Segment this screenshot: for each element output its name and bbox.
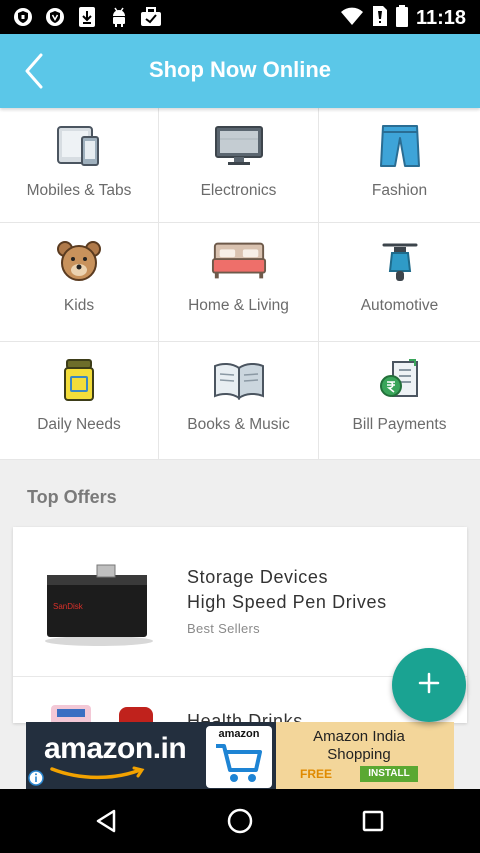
monitor-icon: [211, 122, 267, 170]
jeans-icon: [372, 122, 428, 170]
category-electronics[interactable]: Electronics: [159, 108, 319, 223]
ad-info-icon[interactable]: [28, 770, 44, 786]
ad-install-button[interactable]: INSTALL: [360, 766, 418, 782]
category-label: Fashion: [371, 182, 428, 199]
pen-drive-image: SanDisk: [41, 555, 161, 655]
add-fab-button[interactable]: [392, 648, 466, 722]
back-triangle-icon[interactable]: [86, 801, 126, 841]
briefcase-check-icon: [140, 6, 162, 28]
health-drinks-image: [41, 703, 161, 723]
home-circle-icon[interactable]: [220, 801, 260, 841]
svg-text:SanDisk: SanDisk: [53, 602, 84, 611]
open-book-icon: [211, 356, 267, 404]
amazon-smile-icon: [50, 766, 146, 785]
category-label: Books & Music: [187, 416, 290, 433]
offer-item-storage[interactable]: SanDisk Storage Devices High Speed Pen D…: [13, 527, 467, 677]
scooter-icon: [372, 237, 428, 285]
vpn-shield-icon: [44, 6, 66, 28]
battery-icon: [395, 5, 408, 32]
category-label: Home & Living: [188, 297, 289, 314]
offer-line1: Storage Devices: [187, 567, 329, 587]
category-mobiles-tabs[interactable]: Mobiles & Tabs: [0, 108, 159, 223]
category-daily-needs[interactable]: Daily Needs: [0, 342, 159, 460]
amazon-app-logo: amazon: [206, 726, 272, 788]
offer-line2: High Speed Pen Drives: [187, 592, 387, 612]
category-home-living[interactable]: Home & Living: [159, 223, 319, 342]
bed-icon: [211, 237, 267, 285]
status-bar: 11:18: [0, 0, 480, 34]
vpn-shield-icon: [12, 6, 34, 28]
app-bar: Shop Now Online: [0, 34, 480, 108]
mobiles-tabs-icon: [51, 122, 107, 170]
top-offers-heading: Top Offers: [27, 487, 117, 507]
category-books-music[interactable]: Books & Music: [159, 342, 319, 460]
teddy-bear-icon: [51, 237, 107, 285]
category-label: Automotive: [360, 297, 439, 314]
amazon-ad-banner[interactable]: amazon.in amazon Amazon India Shopping F…: [26, 722, 454, 789]
android-icon: [108, 6, 130, 28]
category-label: Bill Payments: [352, 416, 447, 433]
category-label: Daily Needs: [37, 416, 121, 433]
ad-free-label: FREE: [300, 767, 333, 781]
category-grid: Mobiles & Tabs Electronics Fashion Kids …: [0, 108, 480, 460]
category-label: Kids: [63, 297, 95, 314]
sim-no-signal-icon: [372, 5, 388, 32]
wifi-icon: [340, 6, 364, 31]
page-title: Shop Now Online: [148, 57, 332, 82]
category-bill-payments[interactable]: Bill Payments: [319, 342, 480, 460]
jar-icon: [51, 356, 107, 404]
system-nav-bar: [0, 789, 480, 853]
category-label: Electronics: [200, 182, 277, 199]
category-automotive[interactable]: Automotive: [319, 223, 480, 342]
cart-brand-label: amazon: [218, 728, 260, 740]
ad-brand: amazon.in: [44, 732, 187, 765]
category-kids[interactable]: Kids: [0, 223, 159, 342]
recents-square-icon[interactable]: [353, 801, 393, 841]
plus-icon: [417, 671, 441, 700]
ad-app-title: Amazon India Shopping: [313, 728, 405, 763]
category-fashion[interactable]: Fashion: [319, 108, 480, 223]
offer-sub: Best Sellers: [187, 621, 260, 636]
status-clock: 11:18: [415, 7, 466, 29]
download-icon: [76, 6, 98, 28]
rupee-bill-icon: [372, 356, 428, 404]
category-label: Mobiles & Tabs: [26, 182, 132, 199]
